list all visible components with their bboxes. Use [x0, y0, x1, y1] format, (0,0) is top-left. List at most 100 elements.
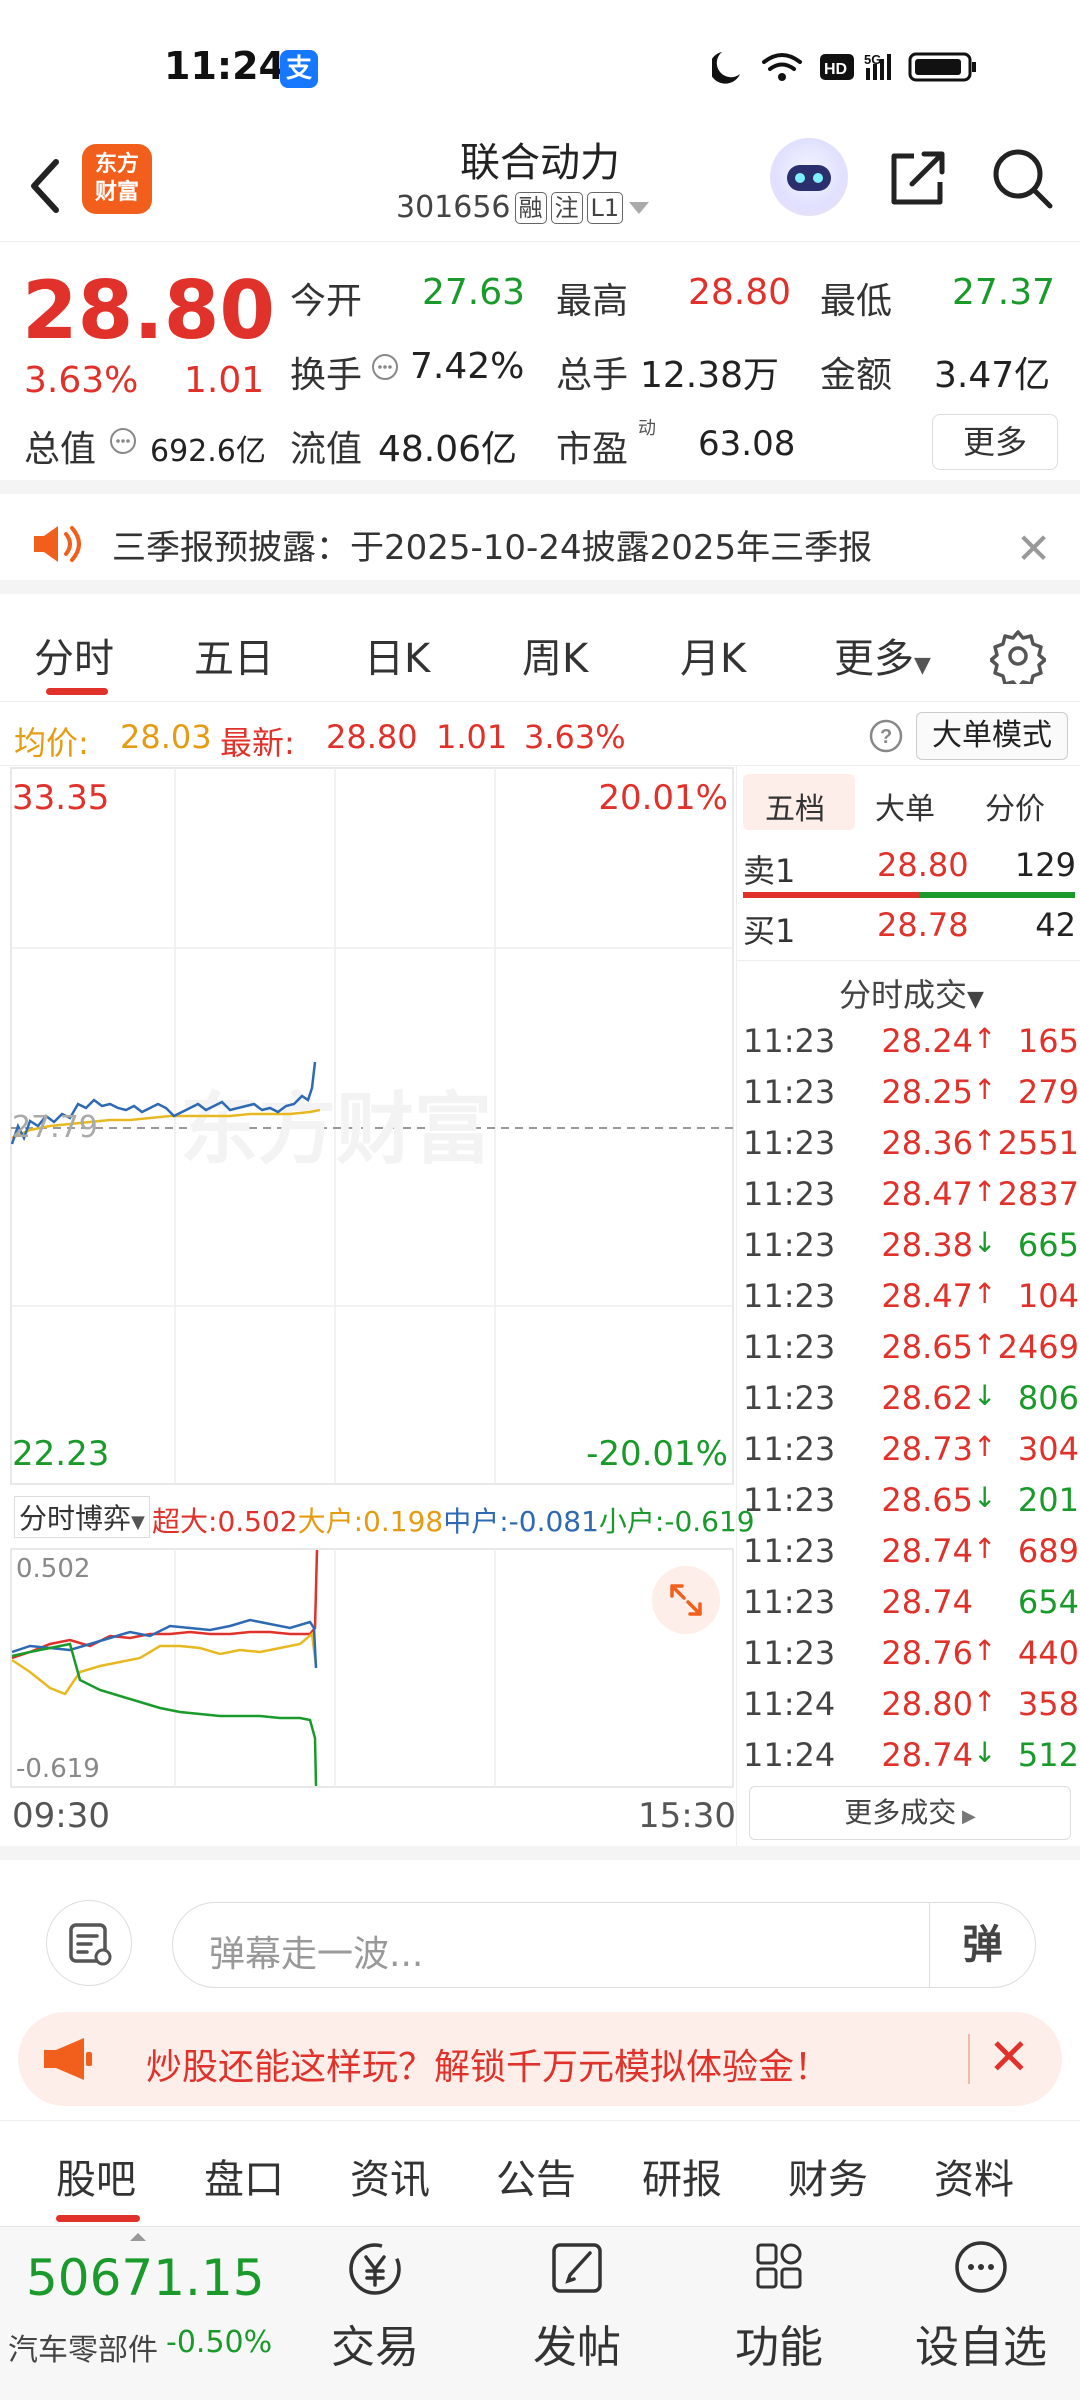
latest-change: 1.01 — [436, 718, 508, 756]
trade-row: 11:23 28.65 ↑ 2469 — [743, 1328, 1079, 1379]
flow-mode-label: 分时博弈 — [19, 1502, 132, 1535]
tab-announcements[interactable]: 公告 — [496, 2147, 576, 2205]
trade-volume: 201 — [1017, 1481, 1079, 1519]
functions-button[interactable]: 功能 — [704, 2239, 854, 2375]
intraday-chart[interactable]: 东方财富 33.35 20.01% 27.79 22.23 -20.01% — [10, 766, 734, 1486]
settings-gear-icon[interactable] — [990, 628, 1046, 684]
tab-price-distribution[interactable]: 分价 — [985, 784, 1045, 828]
promo-close-icon[interactable]: ✕ — [988, 2028, 1030, 2086]
promo-banner[interactable]: 炒股还能这样玩？解锁千万元模拟体验金！ ✕ — [18, 2012, 1062, 2106]
tab-more-periods[interactable]: 更多▼ — [834, 626, 931, 684]
arrow-up-icon: ↑ — [973, 1634, 997, 1667]
pct-axis-bottom-label: -20.01% — [586, 1434, 728, 1474]
tab-research[interactable]: 研报 — [642, 2147, 722, 2205]
notice-close-icon[interactable]: ✕ — [1016, 524, 1051, 573]
post-button[interactable]: 发帖 — [502, 2239, 652, 2375]
caret-down-icon: ▼ — [967, 987, 984, 1012]
more-dots-icon — [955, 2241, 1007, 2293]
trade-time: 11:23 — [743, 1430, 836, 1468]
quote-panel: 28.80 3.63% 1.01 今开 27.63 最高 28.80 最低 27… — [0, 244, 1080, 494]
tab-pankou[interactable]: 盘口 — [204, 2147, 284, 2205]
pct-axis-top-label: 20.01% — [598, 778, 728, 818]
stock-header: 东方 财富 联合动力 301656 融 注 L1 — [0, 130, 1080, 242]
flow-min-label: -0.619 — [16, 1754, 100, 1784]
danmaku-input[interactable]: 弹幕走一波... 弹 — [172, 1902, 1036, 1988]
low-label: 最低 — [820, 281, 893, 322]
tab-news[interactable]: 资讯 — [350, 2147, 430, 2205]
trade-row: 11:23 28.62 ↓ 806 — [743, 1379, 1079, 1430]
more-quote-button[interactable]: 更多 — [932, 414, 1058, 470]
sector-index-block[interactable]: 50671.15 汽车零部件 -0.50% — [0, 2227, 290, 2400]
open-label: 今开 — [290, 281, 363, 322]
trade-price: 28.24 — [881, 1022, 973, 1060]
trades-header[interactable]: 分时成交▼ — [839, 970, 984, 1016]
ai-assistant-icon[interactable] — [770, 138, 848, 216]
arrow-down-icon: ↓ — [973, 1736, 997, 1769]
pct-change: 3.63% — [24, 360, 139, 401]
caret-right-icon: ▶ — [956, 1806, 976, 1827]
tab-profile[interactable]: 资料 — [934, 2147, 1014, 2205]
help-icon[interactable]: ? — [868, 718, 904, 754]
promo-divider — [968, 2034, 970, 2084]
caret-down-icon — [629, 201, 650, 214]
tab-guba[interactable]: 股吧 — [56, 2147, 136, 2205]
tab-big-orders[interactable]: 大单 — [875, 784, 935, 828]
flow-super-value: 0.502 — [217, 1505, 298, 1538]
sector-index-value: 50671.15 — [26, 2249, 265, 2307]
high-label: 最高 — [556, 281, 629, 322]
back-arrow-icon[interactable] — [22, 150, 72, 220]
tab-intraday[interactable]: 分时 — [34, 626, 114, 684]
trade-price: 28.74 — [881, 1532, 973, 1570]
tab-daily-k[interactable]: 日K — [364, 626, 430, 684]
share-icon[interactable] — [886, 146, 950, 210]
stock-code: 301656 — [396, 190, 511, 225]
flow-mode-selector[interactable]: 分时博弈▼ — [14, 1496, 150, 1538]
volume-value: 12.38万 — [640, 355, 780, 396]
tab-weekly-k[interactable]: 周K — [522, 626, 588, 684]
turnover-info-icon[interactable] — [370, 352, 400, 382]
bottom-content-tabs: 股吧 盘口 资讯 公告 研报 财务 资料 — [0, 2120, 1080, 2224]
more-trades-button[interactable]: 更多成交 ▶ — [749, 1786, 1071, 1840]
logo-line-2: 财富 — [94, 180, 139, 205]
sell1-volume: 129 — [1014, 846, 1076, 884]
trade-button[interactable]: 交易 — [300, 2239, 450, 2375]
buy-bar — [919, 892, 1075, 898]
volume-label: 总手 — [556, 355, 629, 396]
avg-price-value: 28.03 — [120, 718, 212, 756]
big-order-mode-button[interactable]: 大单模式 — [916, 712, 1068, 760]
tab-five-levels[interactable]: 五档 — [765, 784, 825, 828]
tab-finance[interactable]: 财务 — [788, 2147, 868, 2205]
trade-volume: 512 — [1017, 1736, 1079, 1774]
market-cap-info-icon[interactable] — [108, 426, 138, 456]
more-trades-label: 更多成交 — [844, 1796, 957, 1829]
active-bottom-tab-indicator — [56, 2215, 140, 2222]
search-icon[interactable] — [990, 146, 1054, 210]
trade-price: 28.65 — [881, 1481, 973, 1519]
arrow-down-icon: ↓ — [973, 1379, 997, 1412]
float-cap-label: 流值 — [290, 429, 363, 470]
flow-super-label: 超大: — [152, 1505, 218, 1538]
add-watchlist-button[interactable]: 设自选 — [906, 2239, 1056, 2375]
caret-down-icon: ▼ — [131, 1512, 145, 1533]
trade-row: 11:23 28.25 ↑ 279 — [743, 1073, 1079, 1124]
danmaku-send-button[interactable]: 弹 — [929, 1903, 1035, 1987]
expand-chart-button[interactable] — [652, 1566, 720, 1634]
tab-monthly-k[interactable]: 月K — [680, 626, 746, 684]
amount-value: 3.47亿 — [934, 355, 1051, 396]
money-flow-chart[interactable]: 0.502 -0.619 — [10, 1548, 734, 1788]
sector-index-name: 汽车零部件 — [8, 2333, 158, 2368]
status-icons: HD 5G — [712, 52, 976, 84]
buy1-label: 买1 — [743, 912, 796, 950]
time-start-label: 09:30 — [12, 1796, 110, 1836]
market-cap-label: 总值 — [24, 429, 97, 470]
flow-mid-value: -0.081 — [508, 1505, 599, 1538]
trade-row: 11:23 28.73 ↑ 304 — [743, 1430, 1079, 1481]
trade-volume: 165 — [1017, 1022, 1079, 1060]
caret-down-icon: ▼ — [914, 653, 931, 678]
tab-five-day[interactable]: 五日 — [194, 626, 274, 684]
stock-code-line[interactable]: 301656 融 注 L1 — [396, 190, 651, 225]
flow-mid-label: 中户: — [443, 1505, 509, 1538]
trade-price: 28.36 — [881, 1124, 973, 1162]
notice-bar[interactable]: 三季报预披露：于2025-10-24披露2025年三季报 ✕ — [0, 494, 1080, 594]
danmaku-settings-button[interactable] — [46, 1900, 132, 1986]
